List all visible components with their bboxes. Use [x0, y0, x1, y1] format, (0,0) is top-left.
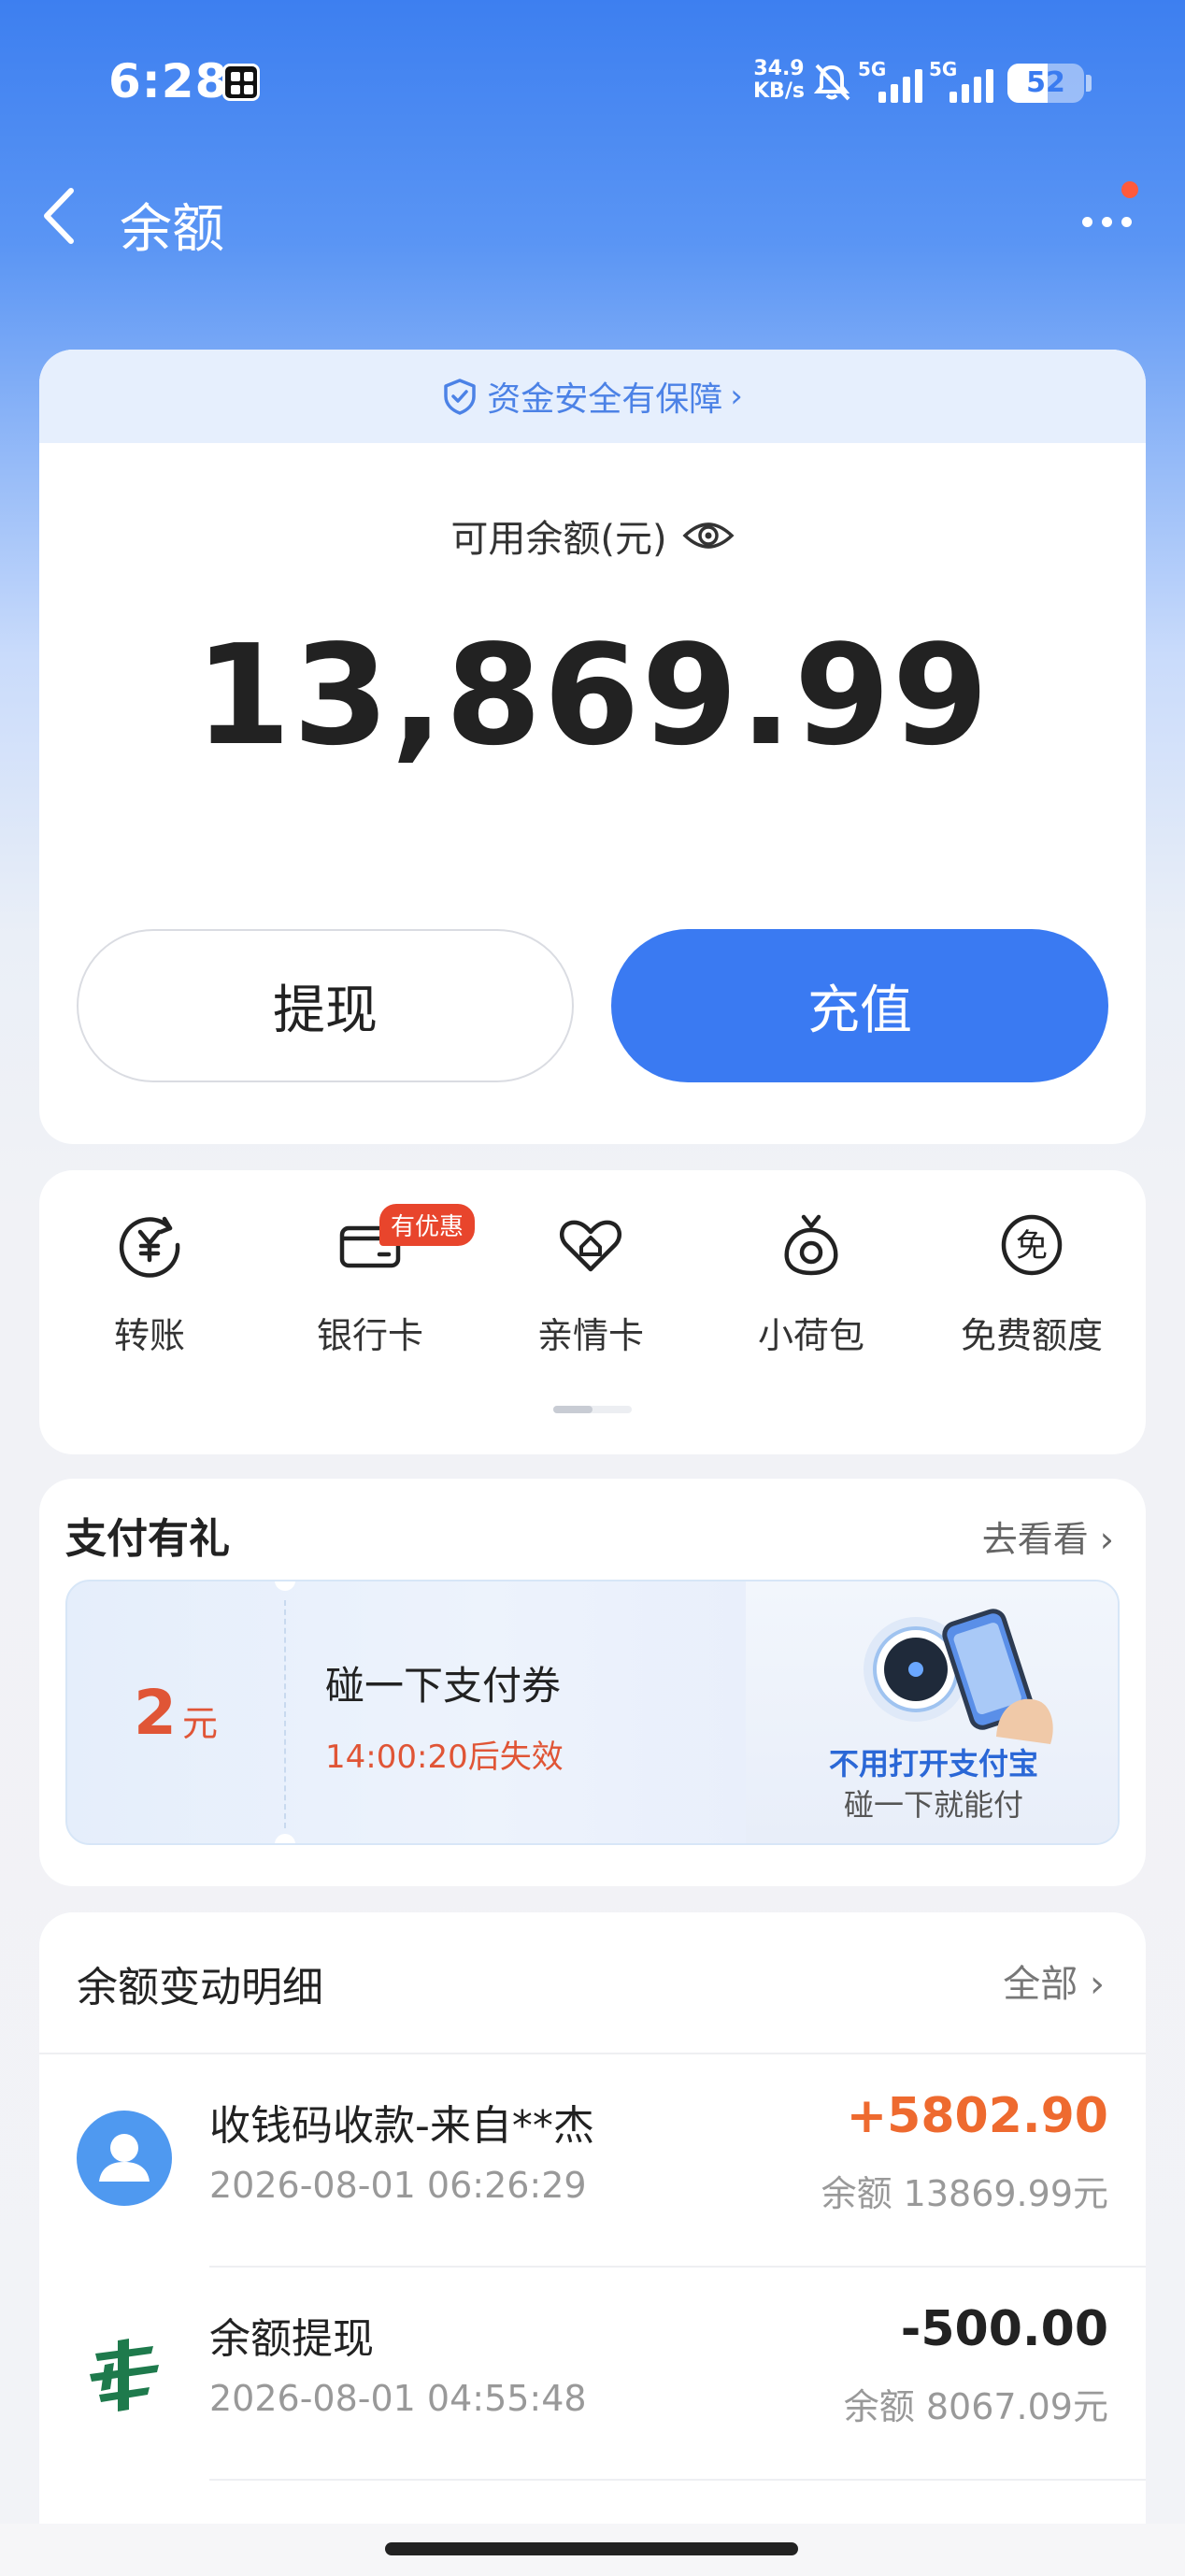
- user-avatar-icon: [77, 2111, 172, 2206]
- shortcut-label: 亲情卡: [536, 1315, 644, 1356]
- more-dots-icon: [1082, 217, 1092, 227]
- promo-card: 支付有礼 去看看 › 2 元 碰一下支付券 14:00:20后失效 不用打开支付…: [39, 1479, 1146, 1886]
- chevron-right-icon: ›: [1090, 1963, 1105, 2006]
- signal-bars-icon: [878, 67, 922, 103]
- fund-safety-link[interactable]: 资金安全有保障 ›: [39, 350, 1146, 443]
- shortcut-label: 免费额度: [960, 1315, 1103, 1356]
- shield-check-icon: [444, 379, 476, 415]
- signal-2: 5G: [929, 58, 1004, 105]
- promo-more-link[interactable]: 去看看 ›: [982, 1510, 1114, 1562]
- balance-card: 资金安全有保障 › 可用余额(元) 13,869.99 提现 充值: [39, 350, 1146, 1144]
- shortcut-label: 小荷包: [757, 1315, 864, 1356]
- small-pouch-icon: [784, 1214, 838, 1276]
- coupon-ad-headline: 不用打开支付宝: [828, 1746, 1038, 1782]
- mute-bell-icon: [813, 64, 850, 101]
- balance-label-row: 可用余额(元): [39, 508, 1146, 563]
- coupon-value-number: 2: [134, 1676, 177, 1749]
- more-dot: [1102, 217, 1112, 227]
- divider: [209, 2479, 1146, 2481]
- balance-detail-card: 余额变动明细 全部 › 收钱码收款-来自**杰 2026-08-01 06:26…: [39, 1912, 1146, 2576]
- battery-icon: 52: [1007, 64, 1084, 103]
- view-all-label: 全部: [1003, 1963, 1078, 2006]
- shortcut-small-pouch[interactable]: 小荷包: [718, 1208, 905, 1376]
- shortcut-free-quota[interactable]: 免 免费额度: [938, 1208, 1125, 1376]
- transaction-time: 2026-08-01 04:55:48: [209, 2378, 587, 2419]
- transaction-amount: -500.00: [900, 2301, 1108, 2357]
- coupon-value: 2 元: [67, 1581, 284, 1843]
- family-card-icon: [559, 1220, 622, 1272]
- free-quota-icon: 免: [1001, 1214, 1063, 1276]
- detail-title: 余额变动明细: [77, 1964, 323, 2011]
- battery-level: 52: [1026, 66, 1065, 99]
- network-speed: 34.9 KB/s: [753, 58, 805, 103]
- signal-1: 5G: [858, 58, 933, 105]
- home-indicator[interactable]: [385, 2542, 798, 2555]
- transfer-yen-icon: [119, 1216, 180, 1278]
- app-notification-icon: [222, 64, 260, 101]
- page-title: 余额: [120, 199, 224, 260]
- eye-toggle-icon[interactable]: [682, 517, 735, 554]
- promo-title: 支付有礼: [65, 1515, 230, 1563]
- coupon-divider: [284, 1600, 286, 1828]
- shortcut-family-card[interactable]: 亲情卡: [497, 1208, 684, 1376]
- coupon-value-unit: 元: [181, 1702, 218, 1744]
- network-speed-unit: KB/s: [753, 79, 805, 103]
- coupon-expire: 14:00:20后失效: [325, 1739, 564, 1776]
- page-indicator-active: [553, 1406, 592, 1413]
- coupon-card[interactable]: 2 元 碰一下支付券 14:00:20后失效 不用打开支付宝 碰一下就能付: [65, 1580, 1120, 1845]
- promo-tag-badge: 有优惠: [379, 1204, 476, 1246]
- view-all-link[interactable]: 全部 ›: [1003, 1953, 1105, 2008]
- coupon-name: 碰一下支付券: [325, 1663, 562, 1709]
- fund-safety-text: 资金安全有保障: [487, 380, 723, 419]
- more-dot: [1121, 217, 1132, 227]
- more-menu-button[interactable]: [1075, 181, 1140, 252]
- withdraw-button[interactable]: 提现: [77, 929, 574, 1082]
- back-arrow-icon[interactable]: [37, 183, 84, 249]
- chevron-right-icon: ›: [730, 378, 743, 415]
- postal-bank-icon: [90, 2339, 159, 2411]
- network-speed-value: 34.9: [753, 57, 805, 80]
- svg-text:免: 免: [1016, 1227, 1048, 1265]
- status-bar: 6:28 34.9 KB/s 5G 5G 52: [0, 0, 1185, 168]
- shortcut-bank-card[interactable]: 银行卡 有优惠: [277, 1204, 476, 1376]
- shortcut-label: 转账: [113, 1315, 185, 1356]
- balance-amount: 13,869.99: [194, 615, 991, 776]
- available-balance-label: 可用余额(元): [450, 518, 667, 561]
- shortcuts-card: 转账 银行卡 有优惠 亲情卡 小荷包 免 免费额度: [39, 1170, 1146, 1454]
- battery-tip: [1086, 75, 1092, 92]
- recharge-button[interactable]: 充值: [611, 929, 1108, 1082]
- transaction-row[interactable]: 收钱码收款-来自**杰 2026-08-01 06:26:29 +5802.90…: [39, 2054, 1146, 2266]
- signal-bars-icon: [949, 67, 993, 103]
- shortcut-transfer[interactable]: 转账: [56, 1208, 243, 1376]
- page-indicator: [553, 1406, 632, 1413]
- status-time: 6:28: [108, 54, 229, 108]
- chevron-right-icon: ›: [1099, 1519, 1114, 1560]
- transaction-balance: 余额 8067.09元: [843, 2386, 1108, 2427]
- transaction-name: 余额提现: [209, 2315, 374, 2363]
- coupon-notch: [275, 1834, 295, 1843]
- transaction-amount: +5802.90: [846, 2088, 1108, 2144]
- shortcut-label: 银行卡: [316, 1315, 423, 1356]
- coupon-ad-subline: 碰一下就能付: [843, 1787, 1023, 1823]
- transaction-name: 收钱码收款-来自**杰: [209, 2102, 594, 2150]
- promo-more-label: 去看看: [981, 1519, 1089, 1560]
- coupon-ad: 不用打开支付宝 碰一下就能付: [746, 1581, 1118, 1843]
- transaction-row[interactable]: 余额提现 2026-08-01 04:55:48 -500.00 余额 8067…: [39, 2268, 1146, 2479]
- transaction-balance: 余额 13869.99元: [821, 2173, 1108, 2214]
- phone-tap-pay-illustration-icon: [864, 1609, 1053, 1744]
- notification-dot: [1121, 181, 1138, 198]
- transaction-time: 2026-08-01 06:26:29: [209, 2165, 587, 2206]
